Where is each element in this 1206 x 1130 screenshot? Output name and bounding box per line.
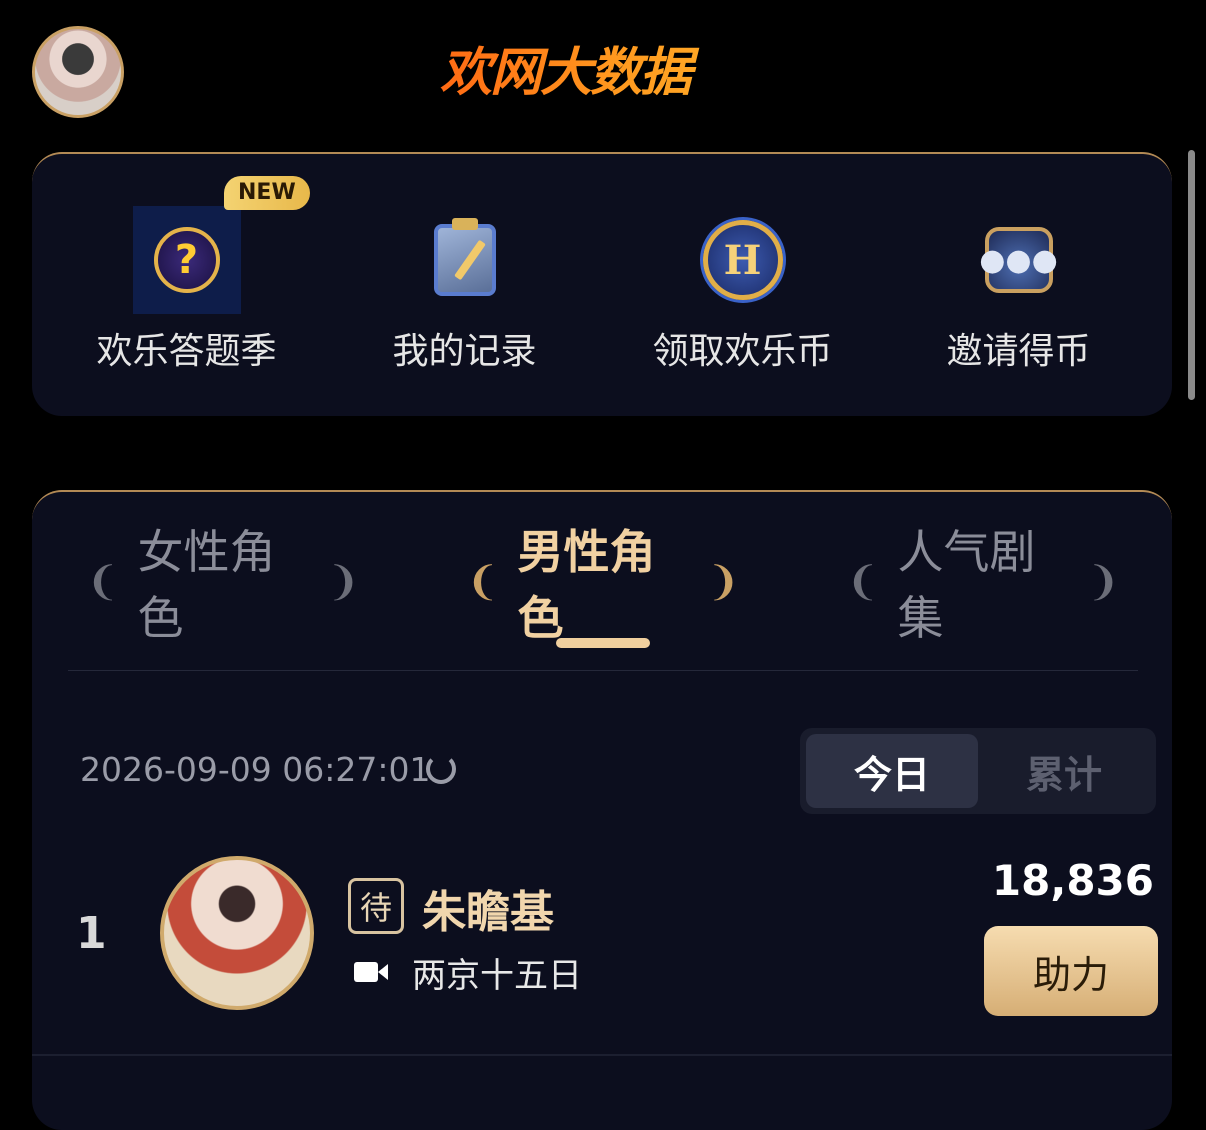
menu-item-label: 欢乐答题季 xyxy=(96,331,277,372)
toggle-today[interactable]: 今日 xyxy=(806,734,978,808)
avatar[interactable] xyxy=(160,856,314,1010)
menu-item-label: 邀请得币 xyxy=(946,331,1091,372)
menu-item-label: 领取欢乐币 xyxy=(652,331,833,372)
video-camera-icon xyxy=(354,960,390,984)
menu-item-records[interactable]: 我的记录 xyxy=(322,154,607,418)
quiz-question-icon: ? xyxy=(132,206,241,314)
drama-title[interactable]: 两京十五日 xyxy=(412,948,582,997)
tab-female-roles[interactable]: ❨ 女性角色 ❩ xyxy=(68,525,378,645)
scrollbar[interactable] xyxy=(1188,150,1195,400)
tab-label: 人气剧集 xyxy=(897,525,1036,645)
tab-label: 女性角色 xyxy=(137,525,276,645)
laurel-right-icon: ❩ xyxy=(326,559,360,605)
laurel-left-icon: ❨ xyxy=(466,559,500,605)
laurel-left-icon: ❨ xyxy=(846,559,880,605)
menu-item-invite[interactable]: ●●● 邀请得币 xyxy=(876,154,1161,418)
laurel-right-icon: ❩ xyxy=(1086,559,1120,605)
new-badge: NEW xyxy=(224,176,310,210)
laurel-right-icon: ❩ xyxy=(706,559,740,605)
user-avatar[interactable] xyxy=(32,26,124,118)
period-toggle: 今日 累计 xyxy=(800,728,1156,814)
quick-menu-card: ? NEW 欢乐答题季 我的记录 H 领取欢乐币 ●●● 邀请得币 xyxy=(32,152,1172,416)
laurel-left-icon: ❨ xyxy=(86,559,120,605)
tab-popular-dramas[interactable]: ❨ 人气剧集 ❩ xyxy=(828,525,1138,645)
boost-button[interactable]: 助力 xyxy=(984,926,1158,1016)
update-timestamp: 2026-09-09 06:27:01 xyxy=(80,750,431,789)
coin-h-icon: H xyxy=(689,206,797,314)
invite-people-icon: ●●● xyxy=(965,206,1073,314)
refresh-icon[interactable] xyxy=(426,754,456,784)
divider xyxy=(68,670,1138,671)
rank-number: 1 xyxy=(76,908,107,959)
clipboard-record-icon xyxy=(411,206,519,314)
menu-item-quiz[interactable]: ? NEW 欢乐答题季 xyxy=(44,154,329,418)
app-logo: 欢网大数据 xyxy=(440,42,770,104)
ranking-card: ❨ 女性角色 ❩ ❨ 男性角色 ❩ ❨ 人气剧集 ❩ 2026-09-09 06… xyxy=(32,490,1172,1130)
menu-item-label: 我的记录 xyxy=(392,331,537,372)
tab-label: 男性角色 xyxy=(517,525,656,645)
toggle-cumulative[interactable]: 累计 xyxy=(978,734,1150,808)
score-value: 18,836 xyxy=(991,856,1154,905)
menu-item-claim-coins[interactable]: H 领取欢乐币 xyxy=(600,154,885,418)
divider xyxy=(32,1054,1172,1056)
active-tab-indicator xyxy=(556,638,650,648)
status-badge: 待 xyxy=(348,878,404,934)
character-name[interactable]: 朱瞻基 xyxy=(422,876,554,940)
tab-male-roles[interactable]: ❨ 男性角色 ❩ xyxy=(448,525,758,645)
